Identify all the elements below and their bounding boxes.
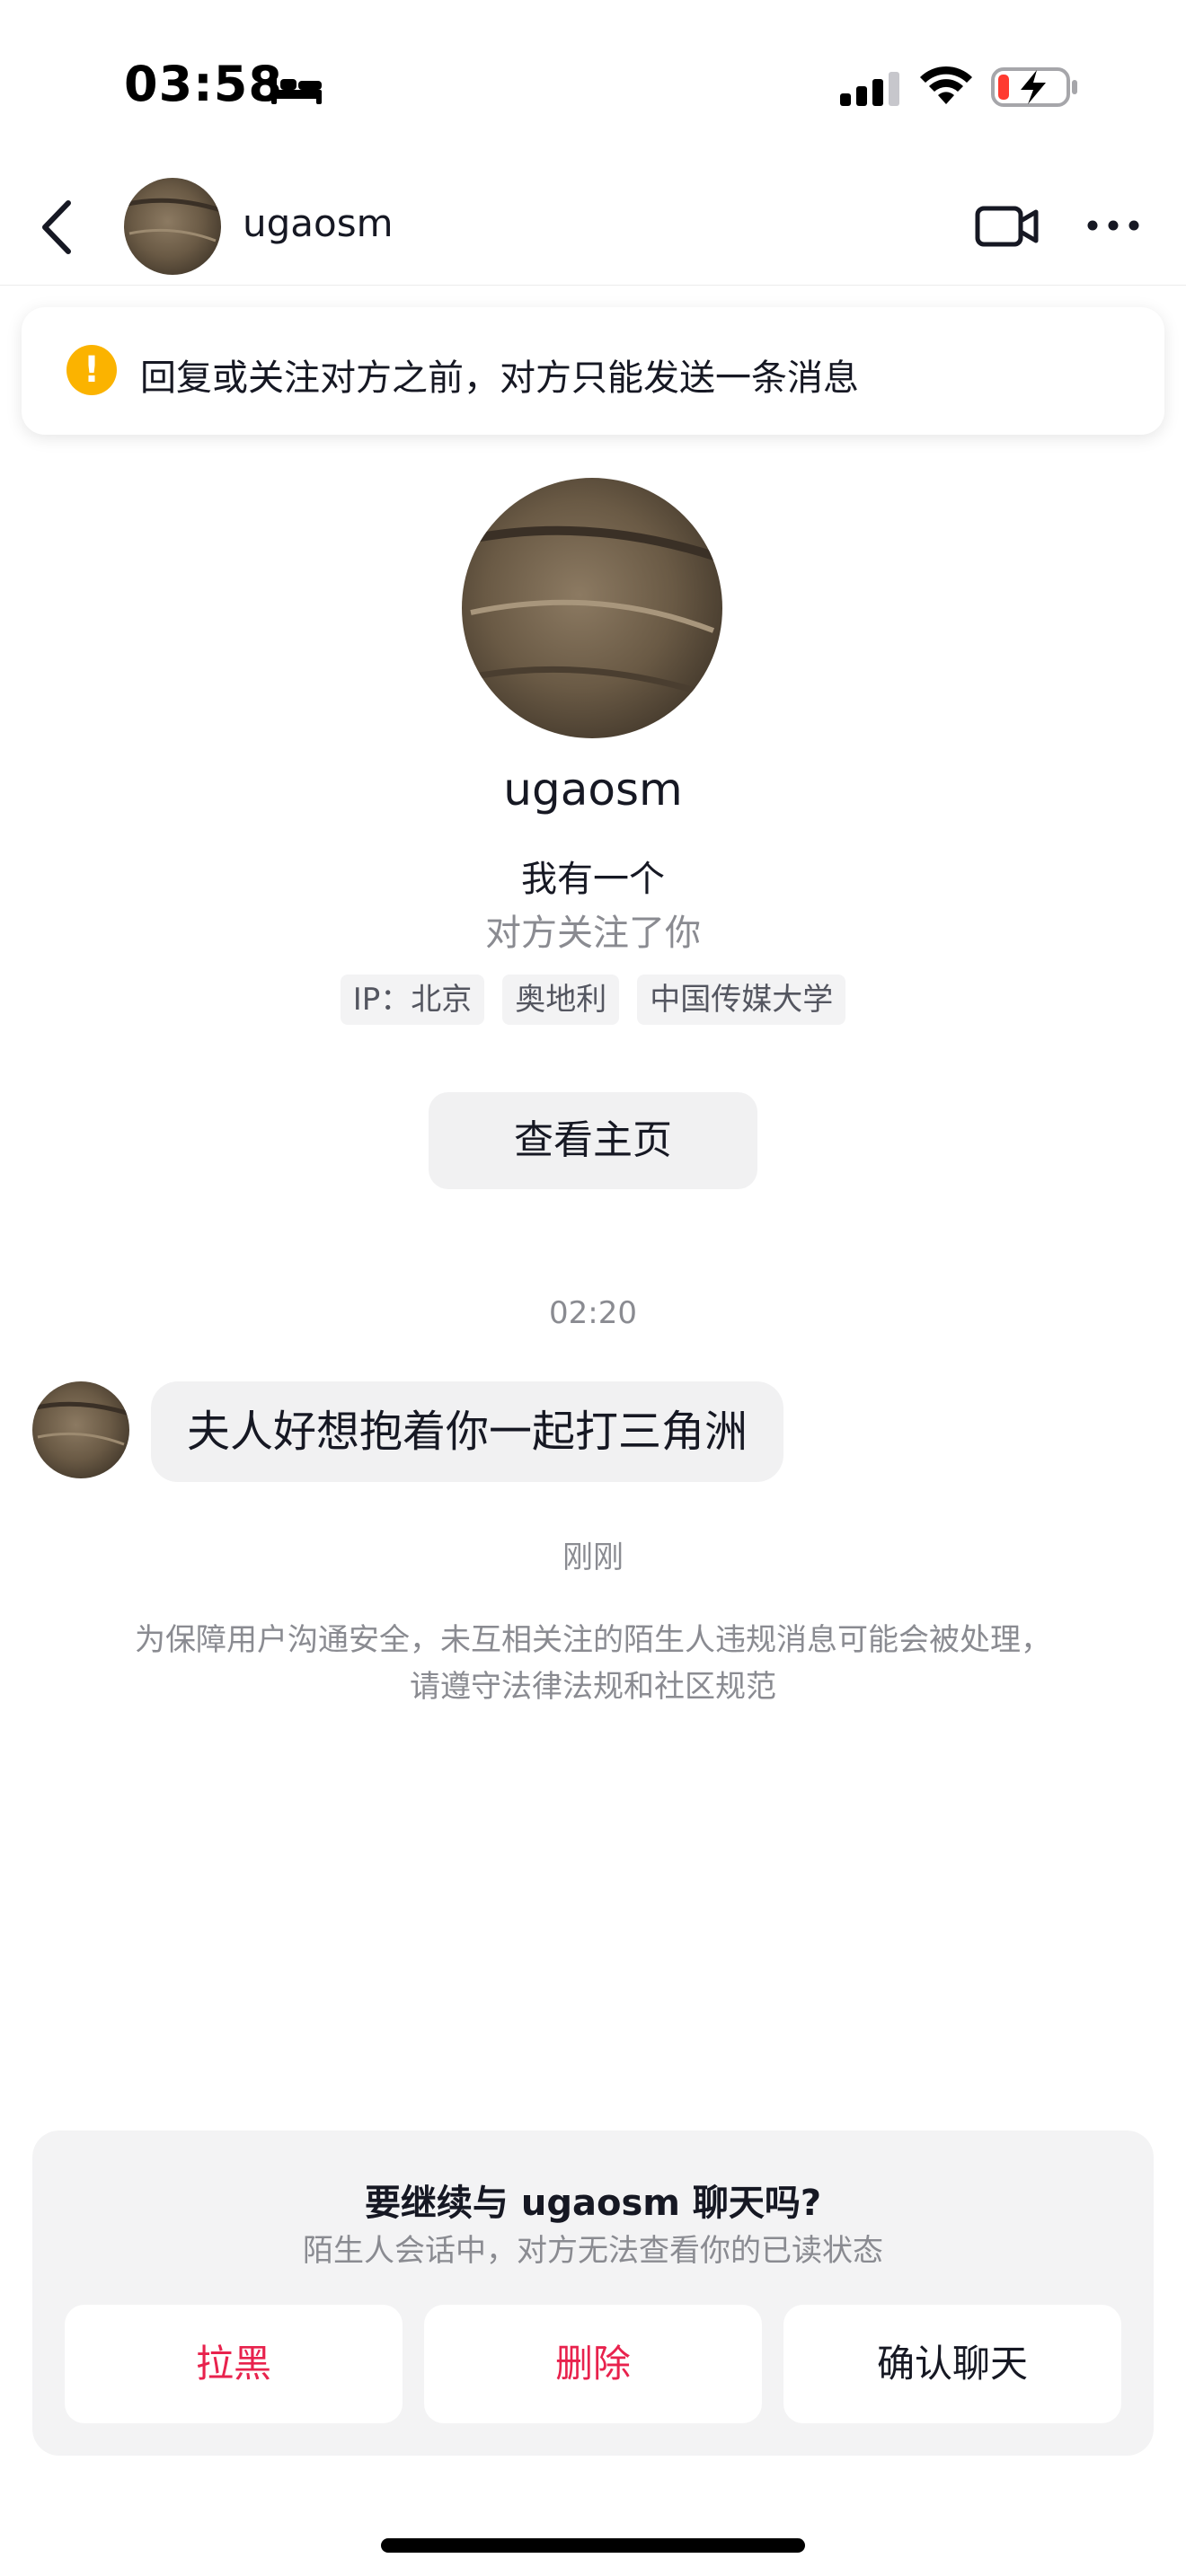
profile-tags: IP：北京 奥地利 中国传媒大学 — [0, 975, 1186, 1025]
stranger-chat-panel: 要继续与 ugaosm 聊天吗? 陌生人会话中，对方无法查看你的已读状态 拉黑 … — [32, 2130, 1154, 2456]
message-timestamp: 02:20 — [549, 1295, 637, 1331]
status-time: 03:58 — [124, 56, 283, 112]
tag-school: 中国传媒大学 — [637, 975, 846, 1025]
more-icon[interactable] — [1085, 214, 1141, 237]
exclamation-icon: ! — [66, 345, 117, 395]
tag-ip: IP：北京 — [340, 975, 485, 1025]
panel-title: 要继续与 ugaosm 聊天吗? — [364, 2183, 822, 2224]
avatar[interactable] — [124, 178, 221, 275]
status-bar: 03:58 — [0, 0, 1186, 171]
battery-charging-icon — [991, 67, 1077, 107]
profile-name: ugaosm — [503, 763, 683, 816]
block-button[interactable]: 拉黑 — [65, 2305, 403, 2423]
profile-bio: 我有一个 — [521, 859, 665, 900]
video-call-icon[interactable] — [975, 201, 1040, 251]
reply-limit-notice: ! 回复或关注对方之前，对方只能发送一条消息 — [22, 307, 1164, 435]
chat-header: ugaosm — [0, 171, 1186, 286]
message-bubble[interactable]: 夫人好想抱着你一起打三角洲 — [151, 1381, 784, 1482]
confirm-chat-button[interactable]: 确认聊天 — [783, 2305, 1121, 2423]
notice-text: 回复或关注对方之前，对方只能发送一条消息 — [140, 357, 859, 399]
profile-avatar[interactable] — [462, 478, 722, 738]
signal-icon — [840, 72, 899, 106]
panel-subtitle: 陌生人会话中，对方无法查看你的已读状态 — [303, 2233, 883, 2269]
header-username[interactable]: ugaosm — [243, 201, 394, 245]
just-now-label: 刚刚 — [562, 1539, 624, 1575]
bed-icon — [271, 74, 322, 104]
delete-button[interactable]: 删除 — [424, 2305, 762, 2423]
view-homepage-button[interactable]: 查看主页 — [429, 1092, 757, 1189]
follow-status: 对方关注了你 — [485, 913, 701, 954]
home-indicator[interactable] — [381, 2538, 805, 2553]
safety-notice: 为保障用户沟通安全，未互相关注的陌生人违规消息可能会被处理，请遵守法律法规和社区… — [135, 1622, 1051, 1705]
tag-location: 奥地利 — [502, 975, 620, 1025]
message-avatar[interactable] — [32, 1381, 129, 1478]
wifi-icon — [920, 66, 972, 104]
chevron-left-icon[interactable] — [34, 198, 79, 257]
